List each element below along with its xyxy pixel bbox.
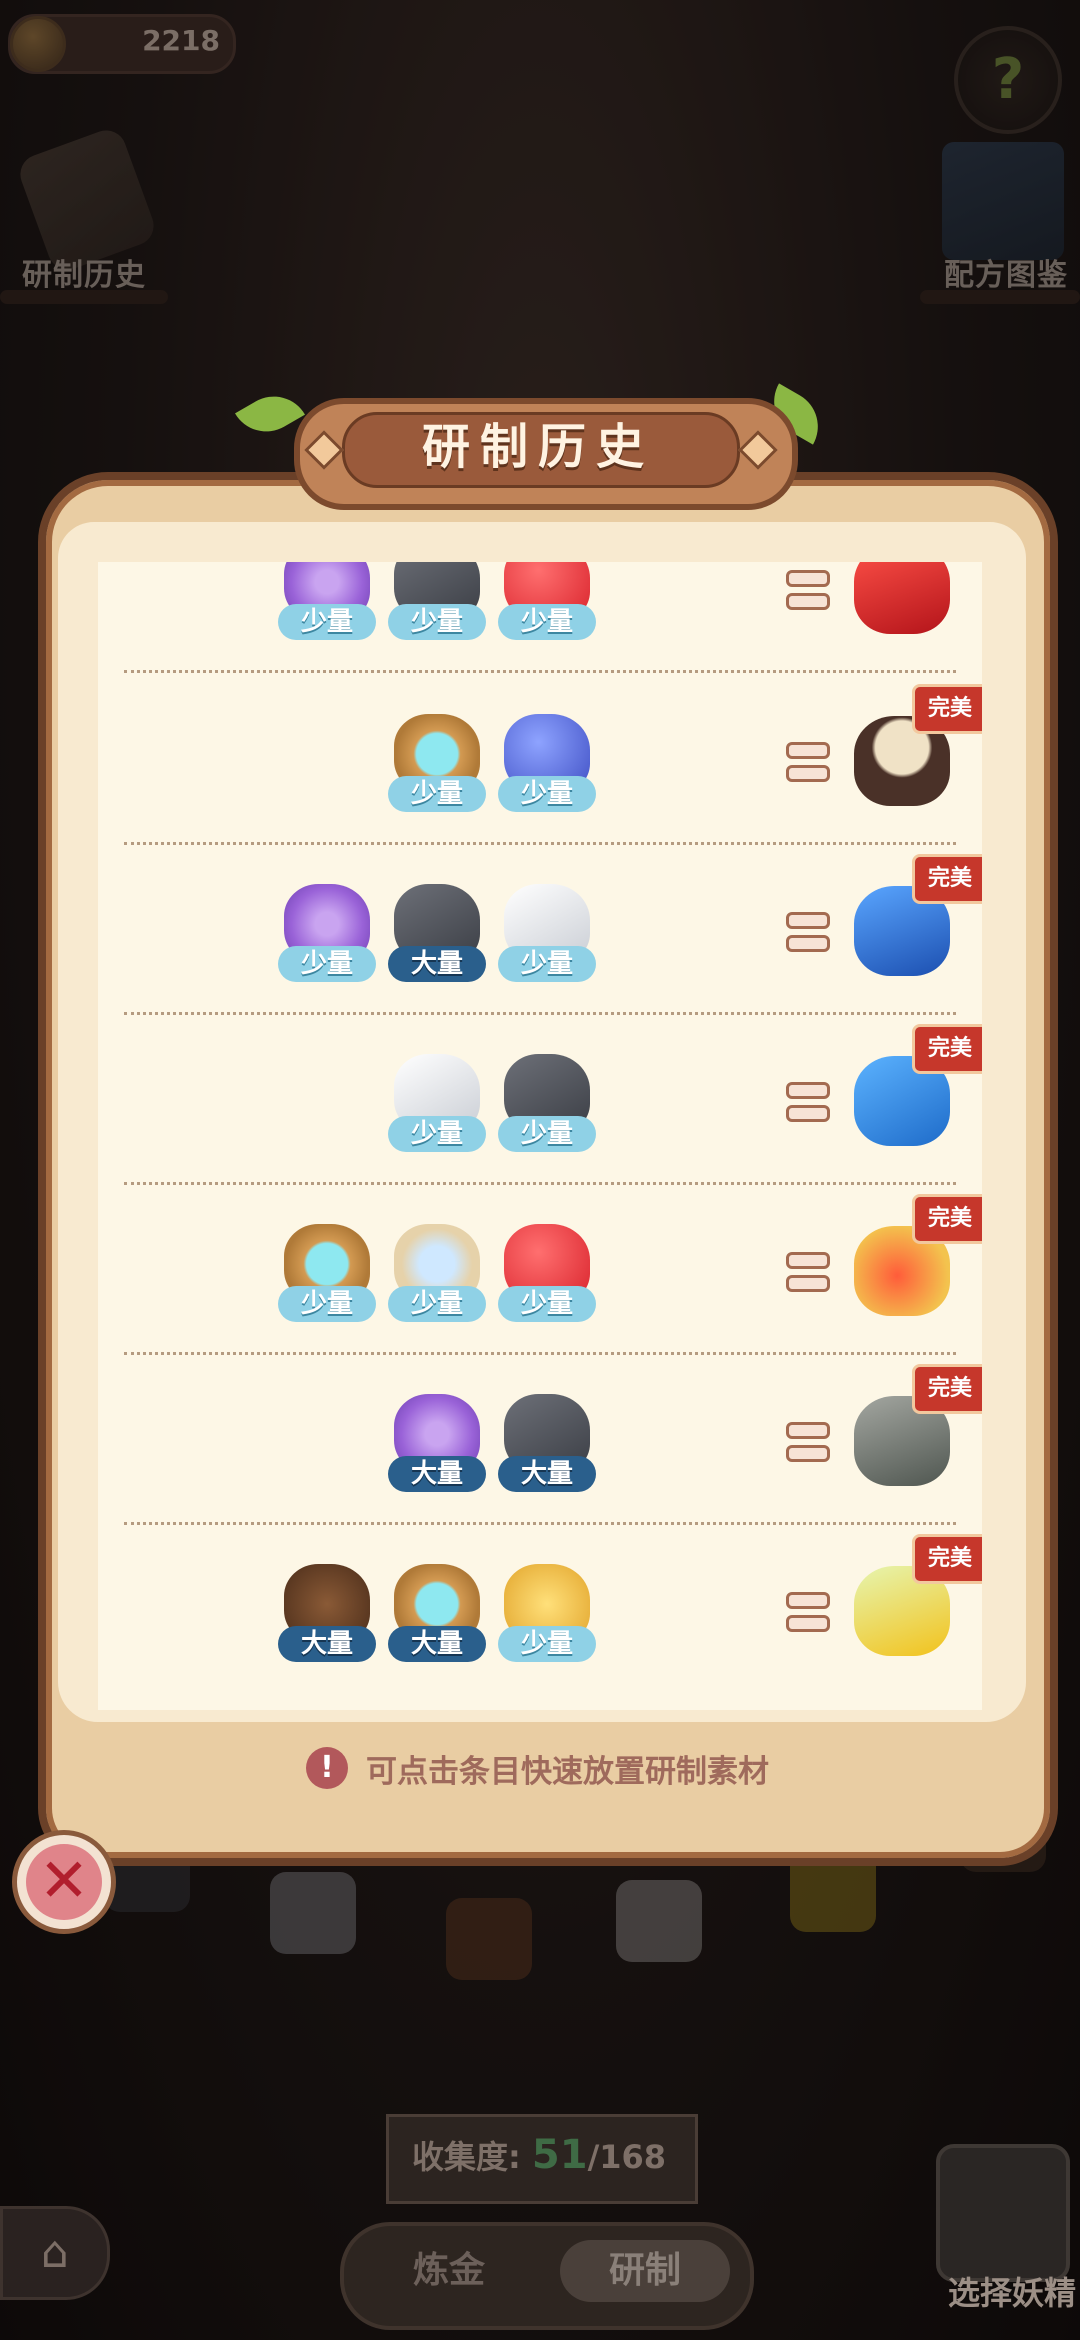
- quantity-label: 大量: [388, 946, 486, 982]
- summon-fairy-label[interactable]: 选择妖精: [948, 2268, 1076, 2314]
- collection-total: /168: [587, 2138, 667, 2176]
- summon-fairy-button[interactable]: [936, 2144, 1070, 2282]
- quantity-label: 少量: [278, 946, 376, 982]
- quantity-label: 大量: [278, 1626, 376, 1662]
- ingredient: 少量: [498, 1564, 596, 1662]
- equals-icon: [786, 570, 830, 610]
- ingredient: 大量: [388, 1394, 486, 1492]
- history-entry[interactable]: 少量 少量 完美: [98, 1014, 982, 1185]
- quantity-label: 大量: [498, 1456, 596, 1492]
- equals-icon: [786, 1082, 830, 1122]
- tab-research[interactable]: 研制: [560, 2240, 730, 2302]
- warning-icon: !: [306, 1747, 348, 1789]
- ingredient: 少量: [498, 1224, 596, 1322]
- tab-alchemy[interactable]: 炼金: [364, 2240, 534, 2302]
- collection-progress-text: 收集度: 51/168: [386, 2132, 692, 2178]
- quantity-label: 少量: [498, 1116, 596, 1152]
- quantity-label: 少量: [388, 1116, 486, 1152]
- row-separator: [124, 670, 956, 673]
- ingredient: 少量: [498, 884, 596, 982]
- collection-current: 51: [531, 2132, 588, 2178]
- equals-icon: [786, 912, 830, 952]
- home-button[interactable]: ⌂: [0, 2206, 110, 2300]
- perfect-badge: 完美: [912, 684, 982, 734]
- ingredient: 大量: [498, 1394, 596, 1492]
- quantity-label: 少量: [498, 946, 596, 982]
- history-entry[interactable]: 少量 少量 完美: [98, 674, 982, 845]
- perfect-badge: 完美: [912, 854, 982, 904]
- tip-row: ! 可点击条目快速放置研制素材: [306, 1744, 769, 1792]
- equals-icon: [786, 1422, 830, 1462]
- equals-icon: [786, 1592, 830, 1632]
- quantity-label: 少量: [388, 776, 486, 812]
- quantity-label: 少量: [498, 1286, 596, 1322]
- perfect-badge: 完美: [912, 1194, 982, 1244]
- quantity-label: 少量: [498, 1626, 596, 1662]
- history-entry[interactable]: 少量 少量 少量 完美: [98, 1184, 982, 1355]
- tip-text: 可点击条目快速放置研制素材: [366, 1753, 769, 1790]
- history-list[interactable]: 少量 少量 少量 少量 少量 完美 少量 大量 少量 完美 少量 少量 完美 少量 少量 少量 完美 大量 大量 完美…: [98, 562, 982, 1710]
- equals-icon: [786, 742, 830, 782]
- close-button[interactable]: ✕: [12, 1830, 116, 1934]
- ingredient: 少量: [388, 714, 486, 812]
- close-icon: ✕: [26, 1844, 102, 1920]
- ingredient: 少量: [388, 1054, 486, 1152]
- ingredient: 少量: [278, 1224, 376, 1322]
- quantity-label: 少量: [388, 1286, 486, 1322]
- red-potion-icon: [854, 562, 950, 634]
- history-entry[interactable]: 大量 大量 少量 完美: [98, 1524, 982, 1694]
- equals-icon: [786, 1252, 830, 1292]
- history-entry[interactable]: 少量 大量 少量 完美: [98, 844, 982, 1015]
- ingredient: 少量: [388, 562, 486, 640]
- collection-label: 收集度:: [411, 2138, 521, 2176]
- history-entry[interactable]: 少量 少量 少量: [98, 562, 982, 673]
- history-entry[interactable]: 大量 大量 完美: [98, 1354, 982, 1525]
- ingredient: 少量: [278, 562, 376, 640]
- ingredient: 少量: [498, 714, 596, 812]
- panel-title: 研制历史: [421, 419, 654, 475]
- quantity-label: 少量: [498, 604, 596, 640]
- ingredient: 大量: [388, 884, 486, 982]
- ingredient: 少量: [498, 562, 596, 640]
- ingredient: 大量: [388, 1564, 486, 1662]
- perfect-badge: 完美: [912, 1024, 982, 1074]
- perfect-badge: 完美: [912, 1534, 982, 1584]
- ingredient: 少量: [388, 1224, 486, 1322]
- quantity-label: 少量: [498, 776, 596, 812]
- ingredient: 大量: [278, 1564, 376, 1662]
- ingredient: 少量: [278, 884, 376, 982]
- quantity-label: 大量: [388, 1456, 486, 1492]
- quantity-label: 少量: [388, 604, 486, 640]
- ingredient: 少量: [498, 1054, 596, 1152]
- perfect-badge: 完美: [912, 1364, 982, 1414]
- quantity-label: 少量: [278, 1286, 376, 1322]
- quantity-label: 大量: [388, 1626, 486, 1662]
- quantity-label: 少量: [278, 604, 376, 640]
- result-item: [854, 562, 954, 638]
